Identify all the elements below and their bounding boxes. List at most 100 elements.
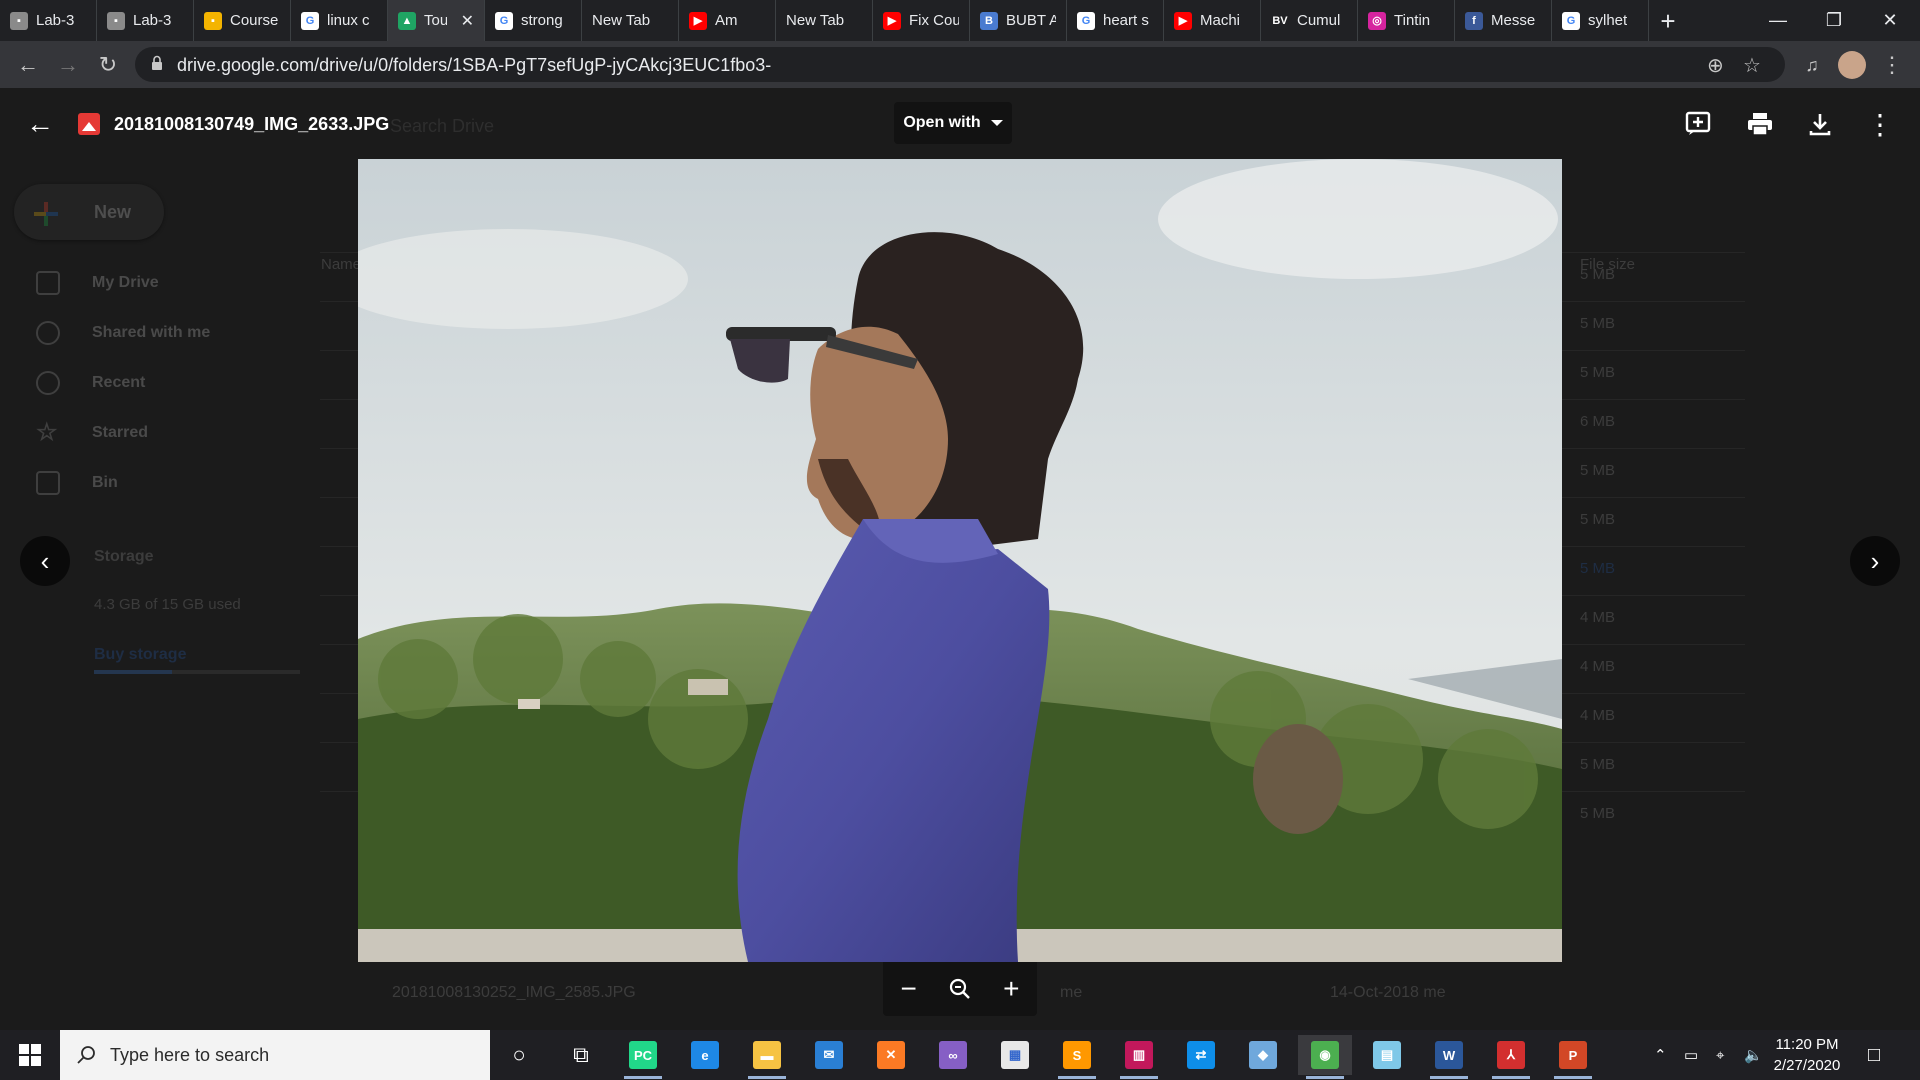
volume-icon[interactable]: 🔈 [1744, 1030, 1763, 1080]
taskbar-app[interactable]: W [1422, 1035, 1476, 1079]
browser-tab[interactable]: ▶ Am [679, 0, 776, 41]
browser-tab[interactable]: f Messe [1455, 0, 1552, 41]
visual-studio-icon: ∞ [939, 1041, 967, 1069]
minimize-button[interactable]: — [1748, 0, 1808, 41]
maximize-button[interactable]: ❐ [1804, 0, 1864, 41]
address-bar[interactable]: drive.google.com/drive/u/0/folders/1SBA-… [135, 47, 1785, 82]
taskbar-app[interactable]: S [1050, 1035, 1104, 1079]
sidebar-item-bin[interactable]: Bin [36, 468, 118, 498]
taskbar-app[interactable]: ⇄ [1174, 1035, 1228, 1075]
open-with-button[interactable]: Open with [894, 102, 1012, 144]
browser-tab[interactable]: Gstrong [485, 0, 582, 41]
chrome-menu-icon[interactable]: ⋮ [1876, 49, 1908, 81]
image-preview [358, 159, 1562, 962]
sidebar-item-shared[interactable]: Shared with me [36, 318, 210, 348]
word-icon: W [1435, 1041, 1463, 1069]
zoom-out-icon[interactable]: − [889, 969, 929, 1009]
taskbar-app[interactable]: e [678, 1035, 732, 1075]
taskbar-app[interactable]: ⅄ [1484, 1035, 1538, 1079]
next-arrow-icon[interactable]: › [1850, 536, 1900, 586]
print-icon[interactable] [1742, 106, 1778, 142]
browser-tab[interactable]: B BUBT A [970, 0, 1067, 41]
windows-start-icon[interactable] [0, 1030, 60, 1080]
sidebar-item-my-drive[interactable]: My Drive [36, 268, 159, 298]
tab-label: Lab-3 [36, 12, 75, 29]
clock-time: 11:20 PM [1775, 1036, 1839, 1053]
close-window-button[interactable]: ✕ [1860, 0, 1920, 41]
browser-tab[interactable]: ▲ Tou ✕ [388, 0, 485, 41]
taskbar-app[interactable]: ⧉ [554, 1035, 608, 1075]
wifi-icon[interactable]: ⌖ [1716, 1030, 1724, 1080]
browser-tab[interactable]: New Tab [582, 0, 679, 41]
slides-icon: ▪ [10, 11, 28, 30]
search-icon [77, 1046, 95, 1064]
media-control-icon[interactable]: ♫ [1796, 49, 1828, 81]
taskbar-app[interactable]: ◆ [1236, 1035, 1290, 1075]
browser-tab[interactable]: ◎ Tintin [1358, 0, 1455, 41]
browser-tab[interactable]: ▪ Lab-3 [0, 0, 97, 41]
previous-arrow-icon[interactable]: ‹ [20, 536, 70, 586]
buy-storage-link[interactable]: Buy storage [94, 646, 186, 664]
zoom-controls: − + [883, 962, 1037, 1016]
taskbar-app[interactable]: ○ [492, 1035, 546, 1075]
tab-label: New Tab [786, 12, 845, 29]
powerpoint-icon: P [1559, 1041, 1587, 1069]
browser-tab[interactable]: ▶ Machi [1164, 0, 1261, 41]
file-size-cell: 5 MB [1580, 315, 1616, 332]
lock-icon[interactable] [151, 55, 163, 71]
file-size-cell: 6 MB [1580, 413, 1616, 430]
browser-tab[interactable]: ▪ Course [194, 0, 291, 41]
browser-tab[interactable]: ▶ Fix Cou [873, 0, 970, 41]
forward-arrow-icon[interactable]: → [52, 49, 84, 81]
sidebar-item-recent[interactable]: Recent [36, 368, 145, 398]
sidebar-item-starred[interactable]: ☆ Starred [36, 418, 148, 448]
taskbar-app[interactable]: ▬ [740, 1035, 794, 1079]
add-comment-icon[interactable] [1680, 106, 1716, 142]
tab-label: Am [715, 12, 738, 29]
taskbar-app[interactable]: ▥ [1112, 1035, 1166, 1079]
star-icon: ☆ [36, 419, 58, 446]
show-hidden-icons[interactable]: ⌃ [1654, 1030, 1667, 1080]
reload-icon[interactable]: ↻ [92, 49, 124, 81]
new-tab-button[interactable]: + [1648, 6, 1688, 37]
clock[interactable]: 11:20 PM 2/27/2020 [1762, 1034, 1852, 1076]
file-size-cell: 5 MB [1580, 560, 1616, 577]
zoom-in-icon[interactable]: + [991, 969, 1031, 1009]
tab-label: BUBT A [1006, 12, 1056, 29]
file-size-cell: 5 MB [1580, 462, 1616, 479]
battery-icon[interactable]: ▭ [1684, 1030, 1698, 1080]
profile-avatar[interactable] [1838, 51, 1866, 79]
browser-tab[interactable]: New Tab [776, 0, 873, 41]
taskbar-app[interactable]: ✕ [864, 1035, 918, 1075]
open-with-label: Open with [903, 114, 981, 131]
taskbar-search-input[interactable]: Type here to search [60, 1030, 490, 1080]
browser-tab[interactable]: Glinux c [291, 0, 388, 41]
browser-tab[interactable]: BV Cumul [1261, 0, 1358, 41]
sidebar-label: My Drive [92, 274, 159, 291]
browser-tab[interactable]: Gheart s [1067, 0, 1164, 41]
taskbar-app[interactable]: P [1546, 1035, 1600, 1079]
taskbar-app[interactable]: ✉ [802, 1035, 856, 1075]
browser-tab[interactable]: ▪ Lab-3 [97, 0, 194, 41]
bookmark-star-icon[interactable]: ☆ [1743, 53, 1761, 78]
browser-tab[interactable]: Gsylhet [1552, 0, 1649, 41]
file-row-name[interactable]: 20181008130252_IMG_2585.JPG [392, 984, 636, 1002]
taskbar-app[interactable]: ▦ [988, 1035, 1042, 1075]
taskbar-app[interactable]: PC [616, 1035, 670, 1079]
tab-close-icon[interactable]: ✕ [461, 11, 474, 31]
notifications-icon[interactable]: □ [1868, 1030, 1880, 1080]
column-name-header[interactable]: Name [321, 256, 361, 273]
taskbar-app[interactable]: ◉ [1298, 1035, 1352, 1079]
task-view-icon: ⧉ [573, 1042, 589, 1067]
more-options-icon[interactable]: ⋮ [1862, 106, 1898, 142]
magnifier-icon[interactable] [940, 969, 980, 1009]
install-app-icon[interactable]: ⊕ [1707, 53, 1724, 78]
taskbar-app[interactable]: ∞ [926, 1035, 980, 1075]
download-icon[interactable] [1802, 106, 1838, 142]
storage-bar [94, 670, 300, 674]
screen: ▪ Lab-3 ▪ Lab-3 ▪ Course Glinux c ▲ Tou ✕ Gstrong N… [0, 0, 1920, 1080]
taskbar-app[interactable]: ▤ [1360, 1035, 1414, 1075]
winrar-icon: ▥ [1125, 1041, 1153, 1069]
back-arrow-icon[interactable]: ← [26, 110, 54, 138]
back-arrow-icon[interactable]: ← [12, 49, 44, 81]
